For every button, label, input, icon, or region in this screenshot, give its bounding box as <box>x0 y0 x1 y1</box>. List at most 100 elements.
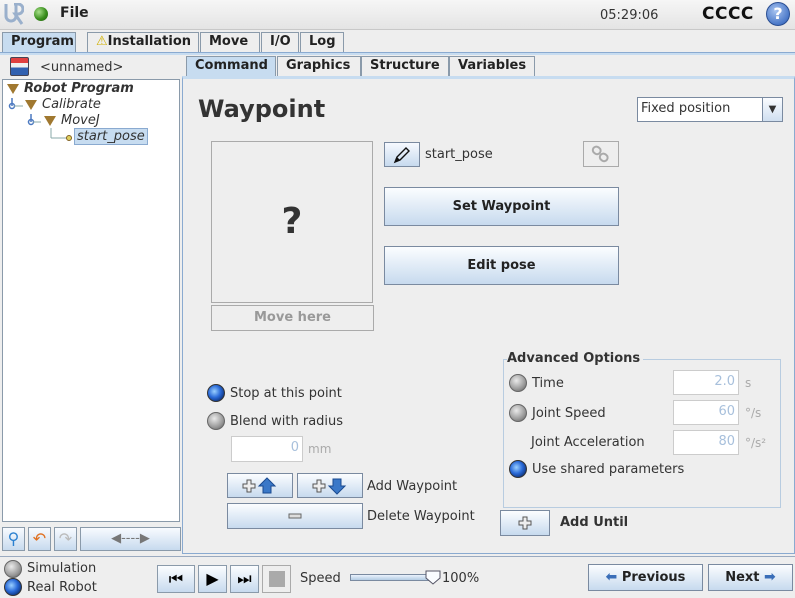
tab-structure[interactable]: Structure <box>361 56 449 77</box>
link-waypoint-button[interactable] <box>583 141 619 167</box>
tab-variables[interactable]: Variables <box>449 56 535 77</box>
status-globe-icon <box>34 7 48 21</box>
page-title: Waypoint <box>198 95 326 123</box>
tree-node-start-pose[interactable]: start_pose <box>74 128 148 145</box>
tab-label: I/O <box>270 34 291 49</box>
pencil-icon <box>393 146 410 163</box>
resize-panel-button[interactable]: ◀‑‑‑‑▶ <box>80 527 181 551</box>
tree-node-label: Calibrate <box>42 97 101 112</box>
next-button[interactable]: Next ➡ <box>708 564 793 591</box>
plus-icon <box>518 516 532 530</box>
redo-button[interactable]: ↷ <box>54 527 77 551</box>
joint-speed-radio[interactable] <box>509 404 527 422</box>
edit-pose-button[interactable]: Edit pose <box>384 246 619 285</box>
resize-arrows-icon: ◀‑‑‑‑▶ <box>111 531 150 546</box>
tree-node-label: MoveJ <box>61 113 100 128</box>
undo-button[interactable]: ↶ <box>28 527 51 551</box>
shared-parameters-radio[interactable] <box>509 460 527 478</box>
tree-node-robot-program[interactable]: Robot Program <box>7 81 134 96</box>
tab-io[interactable]: I/O <box>261 32 299 53</box>
tab-command[interactable]: Command <box>186 56 276 77</box>
expand-triangle-icon[interactable] <box>25 99 37 110</box>
tab-log[interactable]: Log <box>300 32 344 53</box>
blend-radius-label: Blend with radius <box>230 414 344 429</box>
help-button[interactable]: ? <box>766 2 790 26</box>
tree-node-calibrate[interactable]: Calibrate <box>25 97 101 112</box>
program-tree[interactable]: Robot Program Calibrate MoveJ start_pose <box>2 79 180 522</box>
rewind-button[interactable]: ⏮ <box>157 565 195 593</box>
previous-label: Previous <box>621 570 686 585</box>
tab-label: Log <box>309 34 336 49</box>
speed-slider-track[interactable] <box>350 574 435 581</box>
delete-waypoint-label: Delete Waypoint <box>367 509 475 524</box>
position-type-select[interactable]: Fixed position ▼ <box>637 97 783 122</box>
tab-label: Graphics <box>286 58 351 73</box>
step-button[interactable]: ⏭ <box>230 565 259 593</box>
command-tabs: Command Graphics Structure Variables <box>184 56 795 77</box>
speed-slider-thumb[interactable] <box>425 570 441 585</box>
title-bar <box>0 0 795 30</box>
arrow-right-icon: ➡ <box>764 569 776 585</box>
delete-waypoint-button[interactable] <box>227 503 363 529</box>
search-button[interactable]: ⚲ <box>2 527 25 551</box>
tab-divider <box>0 52 795 55</box>
file-menu[interactable]: File <box>60 5 89 21</box>
tab-label: Variables <box>458 58 527 73</box>
minus-icon <box>288 513 302 519</box>
advanced-options-title: Advanced Options <box>507 351 644 366</box>
real-robot-radio[interactable] <box>4 578 22 596</box>
tab-move[interactable]: Move <box>200 32 260 53</box>
shared-parameters-label: Use shared parameters <box>532 462 685 477</box>
tab-label: Installation <box>107 34 192 49</box>
blend-radius-input[interactable]: 0 <box>231 436 303 462</box>
rename-waypoint-button[interactable] <box>384 142 420 167</box>
stop-button[interactable] <box>262 565 291 593</box>
joint-speed-input[interactable]: 60 <box>673 400 739 425</box>
tab-label: Structure <box>370 58 440 73</box>
stop-at-point-label: Stop at this point <box>230 386 342 401</box>
tab-program[interactable]: Program <box>2 32 76 53</box>
chain-link-icon <box>591 145 609 162</box>
ur-logo-icon <box>4 3 24 25</box>
add-until-button[interactable] <box>500 510 550 536</box>
tree-node-movej[interactable]: MoveJ <box>44 113 100 128</box>
chevron-down-icon[interactable]: ▼ <box>762 98 782 121</box>
warning-icon: ⚠ <box>96 34 108 49</box>
tab-installation[interactable]: ⚠Installation <box>87 32 199 53</box>
joint-speed-unit: °/s <box>745 406 762 420</box>
add-waypoint-after-button[interactable] <box>297 473 363 498</box>
blend-radius-radio[interactable] <box>207 412 225 430</box>
save-program-icon[interactable] <box>10 57 29 76</box>
speed-label: Speed <box>300 571 341 586</box>
waypoint-preview: ? <box>211 141 373 303</box>
program-name: <unnamed> <box>40 60 124 75</box>
time-input[interactable]: 2.0 <box>673 370 739 395</box>
expand-triangle-icon[interactable] <box>7 83 19 94</box>
tab-label: Move <box>209 34 249 49</box>
tab-graphics[interactable]: Graphics <box>277 56 361 77</box>
move-here-button[interactable]: Move here <box>211 305 374 331</box>
expand-triangle-icon[interactable] <box>44 115 56 126</box>
time-radio[interactable] <box>509 374 527 392</box>
add-waypoint-label: Add Waypoint <box>367 479 458 494</box>
tree-toolbar: ⚲ ↶ ↷ ◀‑‑‑‑▶ <box>2 527 182 551</box>
time-unit: s <box>745 376 752 390</box>
skip-to-start-icon: ⏮ <box>168 569 184 588</box>
previous-button[interactable]: ⬅ Previous <box>588 564 703 591</box>
tab-label: Program <box>11 34 74 49</box>
play-button[interactable]: ▶ <box>198 565 227 593</box>
joint-acceleration-unit: °/s² <box>745 436 767 450</box>
time-label: Time <box>532 376 564 391</box>
tree-node-label: Robot Program <box>24 81 134 96</box>
set-waypoint-button[interactable]: Set Waypoint <box>384 187 619 226</box>
stop-icon <box>268 571 285 587</box>
selected-value: Fixed position <box>641 101 731 116</box>
robot-name: CCCC <box>702 4 754 24</box>
joint-acceleration-input[interactable]: 80 <box>673 430 739 455</box>
add-waypoint-before-button[interactable] <box>227 473 293 498</box>
arrow-left-icon: ⬅ <box>605 569 618 585</box>
stop-at-point-radio[interactable] <box>207 384 225 402</box>
main-tabs: Program ⚠Installation Move I/O Log <box>0 32 795 53</box>
simulation-radio[interactable] <box>4 560 22 578</box>
next-label: Next <box>725 570 760 585</box>
